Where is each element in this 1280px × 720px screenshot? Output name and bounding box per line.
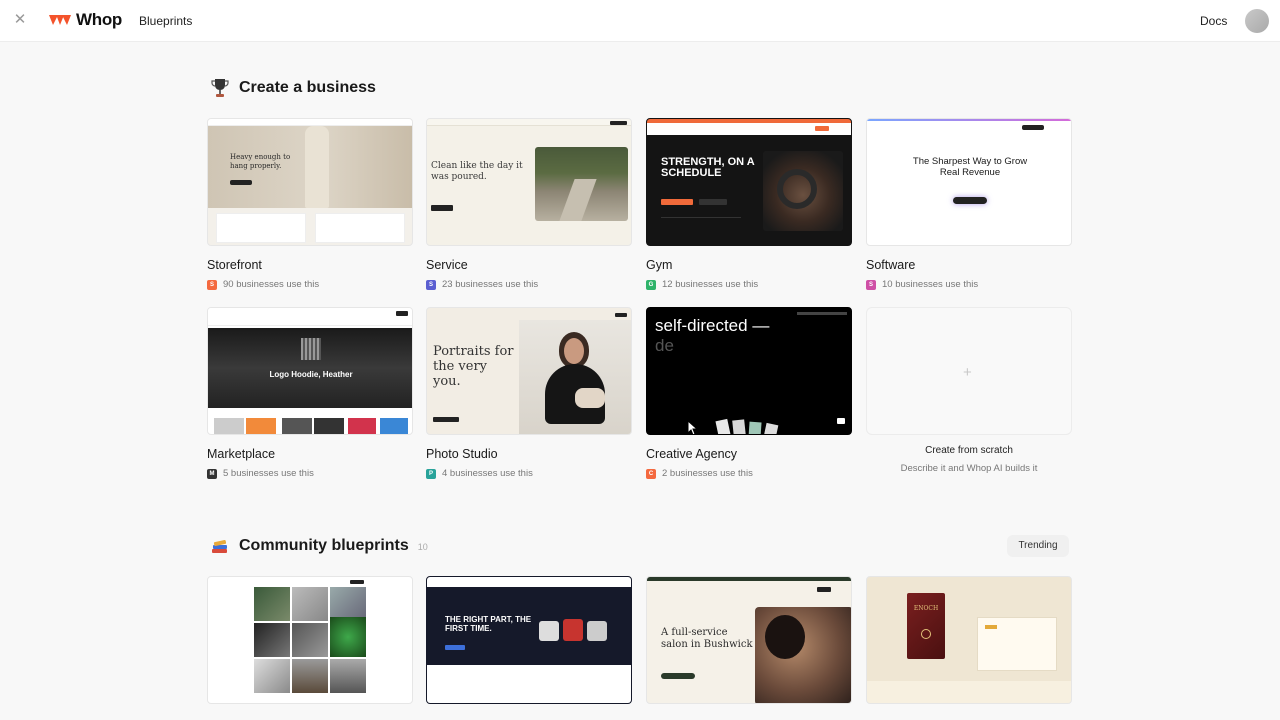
card-preview: STRENGTH, ON A SCHEDULE xyxy=(646,118,852,246)
preview-headline: The Sharpest Way to Grow Real Revenue xyxy=(912,156,1028,178)
preview-headline: ENOCH xyxy=(913,605,939,612)
category-badge: P xyxy=(426,468,436,479)
blueprint-card-creative-agency[interactable]: self-directed — de Creative Agency C 2 b… xyxy=(646,307,852,479)
create-section-header: Create a business xyxy=(208,76,376,100)
category-badge: S xyxy=(426,279,436,290)
category-badge: S xyxy=(207,279,217,290)
card-preview: self-directed — de xyxy=(646,307,852,435)
trophy-icon xyxy=(208,76,232,100)
community-card[interactable]: THE RIGHT PART, THE FIRST TIME. xyxy=(426,576,632,704)
blueprint-card-storefront[interactable]: Heavy enough to hang properly. Storefron… xyxy=(207,118,413,290)
scratch-title[interactable]: Create from scratch xyxy=(866,445,1072,456)
preview-headline: STRENGTH, ON A SCHEDULE xyxy=(661,156,755,179)
usage-count: 12 businesses use this xyxy=(662,279,759,290)
section-title: Community blueprints xyxy=(239,537,409,554)
card-title: Gym xyxy=(646,258,673,272)
card-preview xyxy=(207,576,413,704)
brand-name: Whop xyxy=(76,10,122,29)
category-badge: S xyxy=(866,279,876,290)
close-icon[interactable]: ✕ xyxy=(12,12,28,28)
blueprint-card-marketplace[interactable]: Logo Hoodie, Heather Marketplace M 5 bus… xyxy=(207,307,413,479)
card-meta: M 5 businesses use this xyxy=(207,468,413,479)
card-preview: Heavy enough to hang properly. xyxy=(207,118,413,246)
usage-count: 10 businesses use this xyxy=(882,279,979,290)
section-title: Create a business xyxy=(239,79,376,96)
blueprint-card-software[interactable]: The Sharpest Way to Grow Real Revenue So… xyxy=(866,118,1072,290)
preview-headline: THE RIGHT PART, THE FIRST TIME. xyxy=(445,615,532,633)
books-icon xyxy=(208,534,232,558)
card-title: Photo Studio xyxy=(426,447,498,461)
whop-logo[interactable]: Whop xyxy=(48,10,122,30)
usage-count: 4 businesses use this xyxy=(442,468,533,479)
card-meta: S 10 businesses use this xyxy=(866,279,1072,290)
docs-link[interactable]: Docs xyxy=(1200,14,1227,28)
category-badge: C xyxy=(646,468,656,479)
usage-count: 23 businesses use this xyxy=(442,279,539,290)
preview-headline: Clean like the day it was poured. xyxy=(431,161,523,182)
community-card[interactable]: ENOCH xyxy=(866,576,1072,704)
blueprint-card-photo-studio[interactable]: Portraits for the very you. Photo Studio… xyxy=(426,307,632,479)
preview-headline: self-directed — xyxy=(655,316,770,335)
card-preview: THE RIGHT PART, THE FIRST TIME. xyxy=(426,576,632,704)
card-title: Storefront xyxy=(207,258,262,272)
card-title: Creative Agency xyxy=(646,447,738,461)
breadcrumb-blueprints[interactable]: Blueprints xyxy=(139,14,192,28)
card-meta: C 2 businesses use this xyxy=(646,468,852,479)
card-preview: A full-service salon in Bushwick xyxy=(646,576,852,704)
card-meta: S 90 businesses use this xyxy=(207,279,413,290)
card-title: Software xyxy=(866,258,916,272)
create-from-scratch-card[interactable]: + xyxy=(866,307,1072,435)
cursor-icon xyxy=(687,420,699,434)
community-section-header: Community blueprints 10 xyxy=(208,534,428,558)
preview-headline: Portraits for the very you. xyxy=(433,344,514,389)
plus-icon: + xyxy=(963,364,972,381)
blueprint-card-gym[interactable]: STRENGTH, ON A SCHEDULE Gym G 12 busines… xyxy=(646,118,852,290)
usage-count: 5 businesses use this xyxy=(223,468,314,479)
card-preview: Portraits for the very you. xyxy=(426,307,632,435)
community-card[interactable] xyxy=(207,576,413,704)
card-preview: The Sharpest Way to Grow Real Revenue xyxy=(866,118,1072,246)
preview-headline: Logo Hoodie, Heather xyxy=(269,370,353,379)
card-meta: S 23 businesses use this xyxy=(426,279,632,290)
card-title: Service xyxy=(426,258,468,272)
card-meta: G 12 businesses use this xyxy=(646,279,852,290)
community-card[interactable]: A full-service salon in Bushwick xyxy=(646,576,852,704)
blueprint-count: 10 xyxy=(417,542,428,552)
card-preview: Logo Hoodie, Heather xyxy=(207,307,413,435)
preview-headline: Heavy enough to hang properly. xyxy=(230,153,291,170)
avatar[interactable] xyxy=(1245,9,1269,33)
whop-logo-icon xyxy=(49,15,71,25)
scratch-subtitle: Describe it and Whop AI builds it xyxy=(900,463,1038,474)
card-title: Marketplace xyxy=(207,447,276,461)
card-meta: P 4 businesses use this xyxy=(426,468,632,479)
blueprint-card-service[interactable]: Clean like the day it was poured. Servic… xyxy=(426,118,632,290)
sort-dropdown[interactable]: Trending xyxy=(1007,535,1069,557)
category-badge: M xyxy=(207,468,217,479)
card-preview: ENOCH xyxy=(866,576,1072,704)
top-bar: ✕ Whop Blueprints Docs xyxy=(0,0,1280,42)
category-badge: G xyxy=(646,279,656,290)
preview-headline-2: de xyxy=(655,336,674,355)
usage-count: 2 businesses use this xyxy=(662,468,753,479)
usage-count: 90 businesses use this xyxy=(223,279,320,290)
card-preview: Clean like the day it was poured. xyxy=(426,118,632,246)
preview-headline: A full-service salon in Bushwick xyxy=(661,627,753,650)
